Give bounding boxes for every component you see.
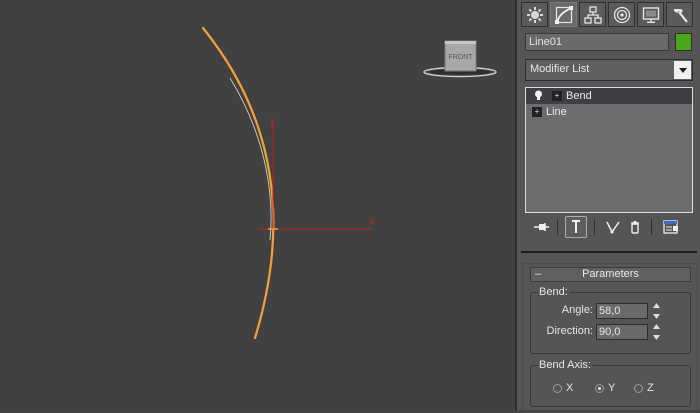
show-end-result-icon	[572, 220, 580, 233]
stack-toolbar	[527, 216, 695, 238]
bend-axis-group-title: Bend Axis:	[537, 359, 593, 371]
axis-y-radio[interactable]: Y	[595, 382, 615, 394]
axis-x-radio[interactable]: X	[553, 382, 573, 394]
hierarchy-icon	[583, 5, 602, 24]
bent-line-object	[201, 26, 275, 340]
axis-y-label: Y	[608, 382, 616, 394]
rollout-title: Parameters	[582, 268, 639, 280]
remove-modifier-icon	[631, 221, 639, 234]
viewcube[interactable]: FRONT	[423, 40, 497, 78]
radio-button-x[interactable]	[553, 383, 562, 393]
parameters-rollout: – Parameters Bend: Angle: 58,0 Direction…	[522, 263, 698, 413]
parameters-rollout-header[interactable]: – Parameters	[530, 267, 691, 282]
hammer-icon	[673, 8, 688, 23]
axis-z-radio[interactable]: Z	[634, 382, 654, 394]
angle-label: Angle:	[561, 304, 593, 316]
hierarchy-tab[interactable]	[579, 2, 606, 27]
stack-item-label: Line	[546, 106, 567, 118]
angle-input[interactable]: 58,0	[596, 303, 648, 319]
front-viewport[interactable]: y x FRONT	[0, 0, 515, 410]
direction-input[interactable]: 90,0	[596, 324, 648, 340]
motion-tab[interactable]	[608, 2, 635, 27]
utilities-tab[interactable]	[666, 2, 693, 27]
stack-item-label: Bend	[566, 90, 592, 102]
gizmo-y-label: y	[270, 116, 275, 126]
make-unique-button[interactable]	[602, 216, 624, 238]
stack-item-line[interactable]: + Line	[526, 104, 692, 120]
pin-stack-button[interactable]	[531, 216, 553, 238]
curve-highlight	[229, 77, 272, 241]
show-end-result-button[interactable]	[565, 216, 587, 238]
command-panel-tabs	[521, 2, 699, 28]
angle-spinner[interactable]	[652, 303, 661, 319]
object-name-field[interactable]: Line01	[525, 33, 669, 51]
direction-spinner[interactable]	[652, 324, 661, 340]
expand-icon[interactable]: +	[532, 107, 542, 117]
create-tab[interactable]	[521, 2, 548, 27]
app-window: y x FRONT Line01 Modifier List + Bend + …	[0, 0, 700, 413]
modifier-list-dropdown[interactable]: Modifier List	[525, 59, 693, 81]
configure-modifier-sets-button[interactable]	[660, 216, 682, 238]
axis-x-label: X	[566, 382, 574, 394]
radio-button-z[interactable]	[634, 383, 643, 393]
modify-tab[interactable]	[550, 2, 577, 27]
viewcube-face-label: FRONT	[448, 54, 473, 61]
bend-group-title: Bend:	[537, 286, 570, 298]
direction-label: Direction:	[546, 325, 593, 337]
panel-divider	[521, 251, 697, 253]
monitor-icon	[642, 6, 659, 23]
sun-gear-icon	[526, 6, 543, 23]
bend-group: Bend: Angle: 58,0 Direction: 90,0	[530, 286, 691, 354]
bend-axis-group: Bend Axis: X Y Z	[530, 359, 691, 407]
pin-stack-icon	[534, 223, 549, 231]
stack-item-bend[interactable]: + Bend	[526, 88, 692, 104]
remove-modifier-button[interactable]	[624, 216, 646, 238]
expand-icon[interactable]: +	[552, 91, 562, 101]
display-tab[interactable]	[637, 2, 664, 27]
viewport-canvas: y x FRONT	[201, 26, 497, 340]
dropdown-arrow-icon[interactable]	[674, 61, 691, 79]
axis-z-label: Z	[647, 382, 654, 394]
modifier-stack: + Bend + Line	[525, 87, 693, 213]
modifier-list-label: Modifier List	[530, 63, 590, 75]
radio-button-y[interactable]	[595, 383, 604, 393]
command-panel: Line01 Modifier List + Bend + Line – Par…	[515, 0, 700, 413]
configure-modifier-sets-icon	[663, 220, 678, 234]
object-color-swatch[interactable]	[675, 33, 692, 51]
motion-icon	[613, 6, 630, 23]
make-unique-icon	[606, 221, 620, 234]
gizmo-x-label: x	[370, 216, 375, 226]
modify-curve-icon	[554, 5, 573, 24]
